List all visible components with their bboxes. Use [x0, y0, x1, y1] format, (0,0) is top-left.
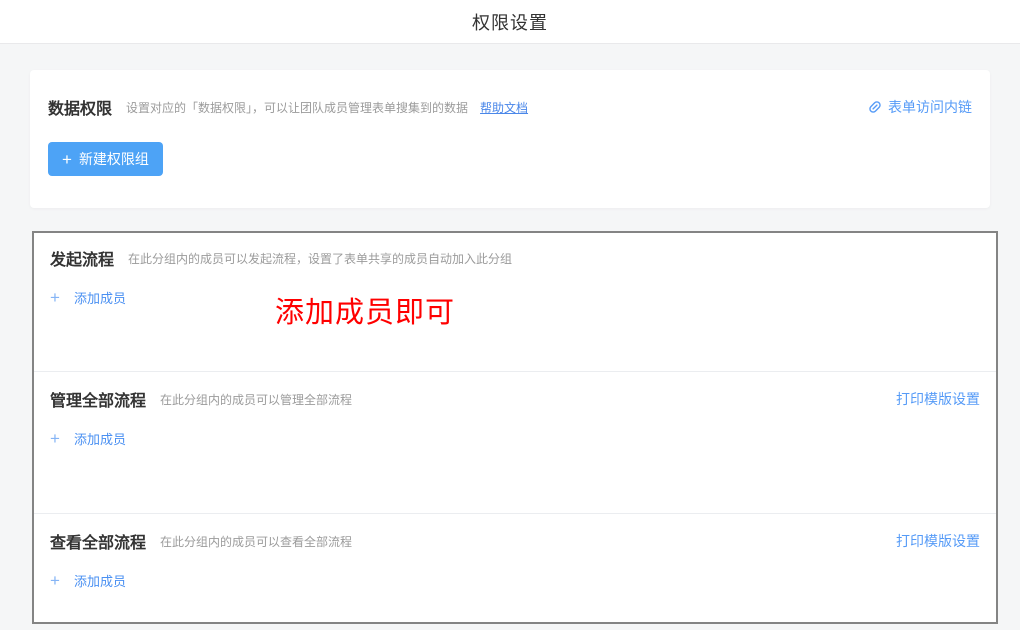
group-head: 查看全部流程 在此分组内的成员可以查看全部流程 打印模版设置: [50, 530, 980, 552]
add-member-link[interactable]: + 添加成员: [50, 288, 126, 307]
permission-groups-box: 发起流程 在此分组内的成员可以发起流程，设置了表单共享的成员自动加入此分组 + …: [32, 231, 998, 624]
group-view-all-processes: 查看全部流程 在此分组内的成员可以查看全部流程 打印模版设置 + 添加成员: [34, 514, 996, 622]
form-access-link-label: 表单访问内链: [888, 97, 972, 117]
plus-icon: +: [50, 289, 60, 306]
add-member-link[interactable]: + 添加成员: [50, 571, 126, 590]
plus-icon: +: [50, 430, 60, 447]
page-title: 权限设置: [472, 9, 548, 35]
group-manage-all-processes: 管理全部流程 在此分组内的成员可以管理全部流程 打印模版设置 + 添加成员: [34, 372, 996, 514]
add-member-label: 添加成员: [74, 571, 126, 590]
group-title: 管理全部流程: [50, 387, 146, 411]
group-title: 发起流程: [50, 246, 114, 270]
plus-icon: +: [50, 572, 60, 589]
link-icon: [867, 99, 883, 115]
plus-icon: +: [62, 151, 72, 168]
group-head: 管理全部流程 在此分组内的成员可以管理全部流程 打印模版设置: [50, 388, 980, 410]
help-doc-link[interactable]: 帮助文档: [480, 99, 528, 116]
print-template-settings-link[interactable]: 打印模版设置: [896, 389, 980, 409]
header: 权限设置: [0, 0, 1020, 44]
main-content: 数据权限 设置对应的「数据权限」，可以让团队成员管理表单搜集到的数据 帮助文档 …: [0, 44, 1020, 624]
group-title: 查看全部流程: [50, 529, 146, 553]
add-member-label: 添加成员: [74, 288, 126, 307]
new-permission-group-label: 新建权限组: [79, 149, 149, 169]
new-permission-group-button[interactable]: + 新建权限组: [48, 142, 163, 176]
data-permissions-title: 数据权限: [48, 95, 112, 119]
group-initiate-process: 发起流程 在此分组内的成员可以发起流程，设置了表单共享的成员自动加入此分组 + …: [34, 233, 996, 372]
data-permissions-head: 数据权限 设置对应的「数据权限」，可以让团队成员管理表单搜集到的数据 帮助文档 …: [48, 94, 972, 120]
data-permissions-card: 数据权限 设置对应的「数据权限」，可以让团队成员管理表单搜集到的数据 帮助文档 …: [30, 70, 990, 208]
add-member-label: 添加成员: [74, 429, 126, 448]
add-member-link[interactable]: + 添加成员: [50, 429, 126, 448]
red-annotation: 添加成员即可: [275, 289, 455, 331]
data-permissions-description: 设置对应的「数据权限」，可以让团队成员管理表单搜集到的数据: [126, 99, 468, 116]
print-template-settings-link[interactable]: 打印模版设置: [896, 531, 980, 551]
group-description: 在此分组内的成员可以管理全部流程: [160, 391, 352, 408]
group-description: 在此分组内的成员可以发起流程，设置了表单共享的成员自动加入此分组: [128, 250, 512, 267]
form-access-link[interactable]: 表单访问内链: [867, 97, 972, 117]
group-description: 在此分组内的成员可以查看全部流程: [160, 533, 352, 550]
group-head: 发起流程 在此分组内的成员可以发起流程，设置了表单共享的成员自动加入此分组: [50, 247, 980, 269]
